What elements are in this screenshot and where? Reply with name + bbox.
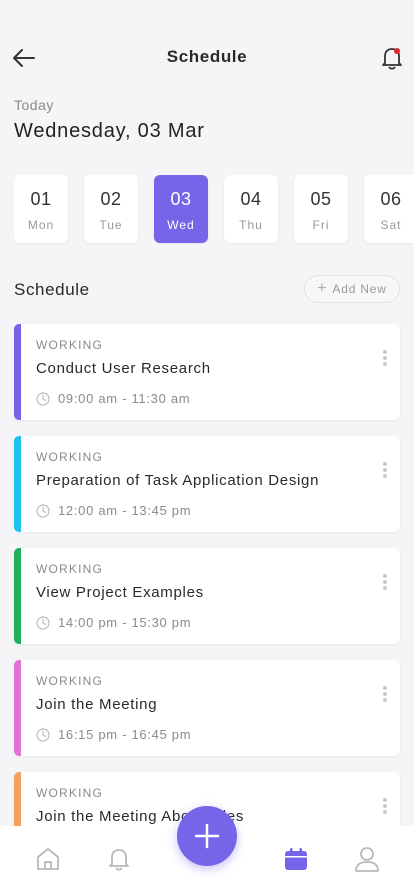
card-title: View Project Examples (36, 584, 204, 601)
notification-badge (394, 48, 400, 54)
day-item[interactable]: 04 Thu (224, 175, 278, 243)
today-label: Today (14, 97, 54, 113)
day-number: 04 (240, 189, 262, 209)
page-title: Schedule (166, 47, 248, 66)
card-time: 12:00 am - 13:45 pm (36, 503, 191, 518)
more-options-button[interactable] (378, 348, 392, 370)
day-name: Fri (312, 218, 330, 232)
day-item[interactable]: 06 Sat (364, 175, 414, 243)
card-time-text: 09:00 am - 11:30 am (58, 391, 191, 406)
more-vertical-icon (383, 574, 387, 578)
schedule-card[interactable]: WORKING Conduct User Research 09:00 am -… (14, 324, 400, 420)
add-new-button[interactable]: + Add New (304, 275, 400, 303)
day-item-selected[interactable]: 03 Wed (154, 175, 208, 243)
more-vertical-icon (383, 350, 387, 354)
category-color-bar (14, 436, 21, 532)
more-vertical-icon (383, 686, 387, 690)
add-new-label: Add New (332, 282, 387, 296)
schedule-card[interactable]: WORKING View Project Examples 14:00 pm -… (14, 548, 400, 644)
day-name: Thu (239, 218, 263, 232)
category-color-bar (14, 324, 21, 420)
nav-notifications[interactable] (105, 844, 133, 874)
nav-profile[interactable] (353, 844, 381, 874)
bell-icon (109, 849, 129, 871)
more-options-button[interactable] (378, 684, 392, 706)
schedule-card[interactable]: WORKING Preparation of Task Application … (14, 436, 400, 532)
clock-icon (36, 727, 50, 742)
more-options-button[interactable] (378, 460, 392, 482)
card-time-text: 16:15 pm - 16:45 pm (58, 727, 192, 742)
schedule-section-title: Schedule (14, 280, 90, 299)
card-time-text: 14:00 pm - 15:30 pm (58, 615, 192, 630)
card-title: Conduct User Research (36, 360, 211, 377)
card-category: WORKING (36, 450, 104, 464)
card-category: WORKING (36, 562, 104, 576)
clock-icon (36, 503, 50, 518)
card-time: 16:15 pm - 16:45 pm (36, 727, 191, 742)
day-item[interactable]: 05 Fri (294, 175, 348, 243)
day-selector: 01 Mon 02 Tue 03 Wed 04 Thu 05 Fri 06 Sa… (14, 175, 414, 245)
nav-home[interactable] (34, 844, 62, 874)
day-number: 03 (170, 189, 192, 209)
card-category: WORKING (36, 674, 104, 688)
card-time-text: 12:00 am - 13:45 pm (58, 503, 192, 518)
home-icon (37, 848, 59, 870)
category-color-bar (14, 660, 21, 756)
user-icon (355, 847, 379, 872)
day-name: Tue (99, 218, 123, 232)
bell-icon (382, 48, 402, 70)
day-item[interactable]: 01 Mon (14, 175, 68, 243)
card-time: 09:00 am - 11:30 am (36, 391, 190, 406)
day-name: Mon (27, 218, 55, 232)
calendar-icon (285, 848, 307, 870)
day-name: Wed (167, 218, 195, 232)
plus-icon: + (317, 280, 328, 297)
card-category: WORKING (36, 338, 104, 352)
more-vertical-icon (383, 462, 387, 466)
current-date: Wednesday, 03 Mar (14, 120, 205, 142)
day-item[interactable]: 02 Tue (84, 175, 138, 243)
schedule-card[interactable]: WORKING Join the Meeting 16:15 pm - 16:4… (14, 660, 400, 756)
day-number: 06 (380, 189, 402, 209)
day-number: 05 (310, 189, 332, 209)
notifications-button[interactable] (380, 44, 404, 72)
more-vertical-icon (383, 798, 387, 802)
category-color-bar (14, 548, 21, 644)
day-number: 01 (30, 189, 52, 209)
day-name: Sat (380, 218, 402, 232)
card-category: WORKING (36, 786, 104, 800)
clock-icon (36, 391, 50, 406)
header: Schedule (0, 0, 414, 100)
nav-calendar[interactable] (282, 844, 310, 874)
more-options-button[interactable] (378, 572, 392, 594)
day-number: 02 (100, 189, 122, 209)
card-title: Join the Meeting (36, 696, 158, 713)
clock-icon (36, 615, 50, 630)
card-title: Preparation of Task Application Design (36, 472, 320, 489)
more-options-button[interactable] (378, 796, 392, 818)
card-time: 14:00 pm - 15:30 pm (36, 615, 191, 630)
plus-icon (194, 823, 220, 849)
add-task-button[interactable] (177, 806, 237, 866)
